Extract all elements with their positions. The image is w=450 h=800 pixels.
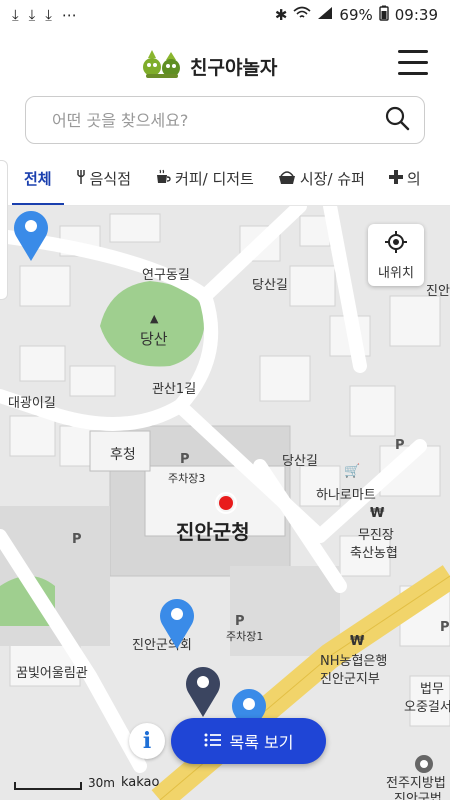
map-label-parking3: 주차장3 xyxy=(168,472,206,485)
map-label-gwansan-road: 관산1길 xyxy=(152,382,197,397)
tab-label: 전체 xyxy=(24,170,52,188)
info-button[interactable]: i xyxy=(129,723,165,759)
tab-medical[interactable]: 의 xyxy=(377,152,433,205)
search-icon[interactable] xyxy=(384,105,410,135)
map-label-parking1: 주차장1 xyxy=(226,630,264,643)
parking-icon: P xyxy=(72,532,82,547)
plus-icon xyxy=(388,169,403,188)
tab-label: 시장/ 슈퍼 xyxy=(299,170,365,188)
my-location-button[interactable]: 내위치 xyxy=(368,224,424,286)
download-icon: ⤓ xyxy=(28,6,36,24)
map-label-livestock-coop: 축산농협 xyxy=(350,546,398,561)
map-label-court-branch: 진안군법 xyxy=(394,792,442,800)
tab-market[interactable]: 시장/ 슈퍼 xyxy=(266,152,377,205)
side-drawer-handle[interactable] xyxy=(0,160,8,300)
map-label-nh-branch: 진안군지부 xyxy=(320,672,380,687)
map-label-mujinjang: 무진장 xyxy=(358,528,394,543)
parking-icon: P xyxy=(235,614,245,629)
scale-label: 30m xyxy=(88,776,115,790)
map-label-dangsan-road-mid: 당산길 xyxy=(282,454,318,469)
mountain-icon: ▲ xyxy=(150,312,159,325)
map-label-right-edge: 진안 xyxy=(426,284,450,299)
map-scale: 30m kakao xyxy=(14,775,159,790)
cart-icon: 🛒 xyxy=(344,464,361,479)
mascot-icon xyxy=(142,50,184,82)
tab-label: 음식점 xyxy=(89,170,132,188)
list-view-label: 목록 보기 xyxy=(229,733,294,752)
list-icon xyxy=(204,732,222,751)
app-logo[interactable]: 친구야놀자 xyxy=(142,50,277,82)
map-label-ojeong: 오중걸서 xyxy=(404,700,450,715)
battery-percent: 69% xyxy=(339,6,373,24)
fork-icon xyxy=(76,169,86,189)
crosshair-icon xyxy=(384,230,408,258)
menu-button[interactable] xyxy=(398,50,428,76)
map-label-law-office: 법무 xyxy=(420,682,444,697)
list-view-button[interactable]: 목록 보기 xyxy=(171,718,326,764)
download-icon: ⤓ xyxy=(12,6,19,24)
map-label-county-office: 진안군청 xyxy=(176,520,250,544)
download-icon: ⤓ xyxy=(45,6,52,24)
map-view[interactable]: 연구동길 당산 당산길 관산1길 대광이길 당산길 후청 주차장3 진안군청 하… xyxy=(0,206,450,800)
won-icon: ₩ xyxy=(350,634,365,649)
map-label-yeongu-road: 연구동길 xyxy=(142,268,190,283)
search-bar xyxy=(25,96,425,144)
app-header: 친구야놀자 xyxy=(0,38,450,90)
search-input[interactable] xyxy=(52,110,384,130)
map-label-dangsan-road-top: 당산길 xyxy=(252,278,288,293)
tab-cafe[interactable]: 커피/ 디저트 xyxy=(143,152,266,205)
cup-icon xyxy=(155,169,171,189)
status-right: ✱ 69% 09:39 xyxy=(275,5,438,25)
wifi-icon xyxy=(293,6,311,24)
parking-icon: P xyxy=(440,620,450,635)
my-location-label: 내위치 xyxy=(378,265,414,281)
signal-icon xyxy=(317,6,333,24)
battery-icon xyxy=(379,5,389,25)
tab-label: 커피/ 디저트 xyxy=(175,170,254,188)
won-icon: ₩ xyxy=(370,506,385,521)
info-icon: i xyxy=(142,728,152,754)
clock: 09:39 xyxy=(394,6,438,24)
status-bar: ⤓ ⤓ ⤓ ⋯ ✱ 69% 09:39 xyxy=(0,0,450,30)
map-label-flower-hall: 꿈빛어울림관 xyxy=(16,666,88,681)
status-left: ⤓ ⤓ ⤓ ⋯ xyxy=(12,6,77,24)
tab-restaurant[interactable]: 음식점 xyxy=(64,152,143,205)
map-label-hanaro-mart: 하나로마트 xyxy=(316,488,376,503)
basket-icon xyxy=(278,169,296,189)
parking-icon: P xyxy=(180,452,190,467)
more-dots-icon: ⋯ xyxy=(61,6,77,24)
map-label-daepyeong-road: 대광이길 xyxy=(8,396,56,411)
scale-bar xyxy=(14,782,82,790)
tab-label: 의 xyxy=(406,170,421,188)
map-label-nh-bank: NH농협은행 xyxy=(320,654,388,669)
map-label-hucheong: 후청 xyxy=(110,447,136,463)
app-title: 친구야놀자 xyxy=(190,56,278,79)
category-tabs: 전체 음식점 커피/ 디저트 시장/ 슈퍼 의 xyxy=(0,152,450,206)
map-canvas xyxy=(0,206,450,800)
map-provider: kakao xyxy=(120,775,160,790)
bluetooth-icon: ✱ xyxy=(274,6,288,24)
parking-icon: P xyxy=(395,438,405,453)
map-label-dangsan: 당산 xyxy=(140,330,168,348)
tab-all[interactable]: 전체 xyxy=(12,152,64,205)
